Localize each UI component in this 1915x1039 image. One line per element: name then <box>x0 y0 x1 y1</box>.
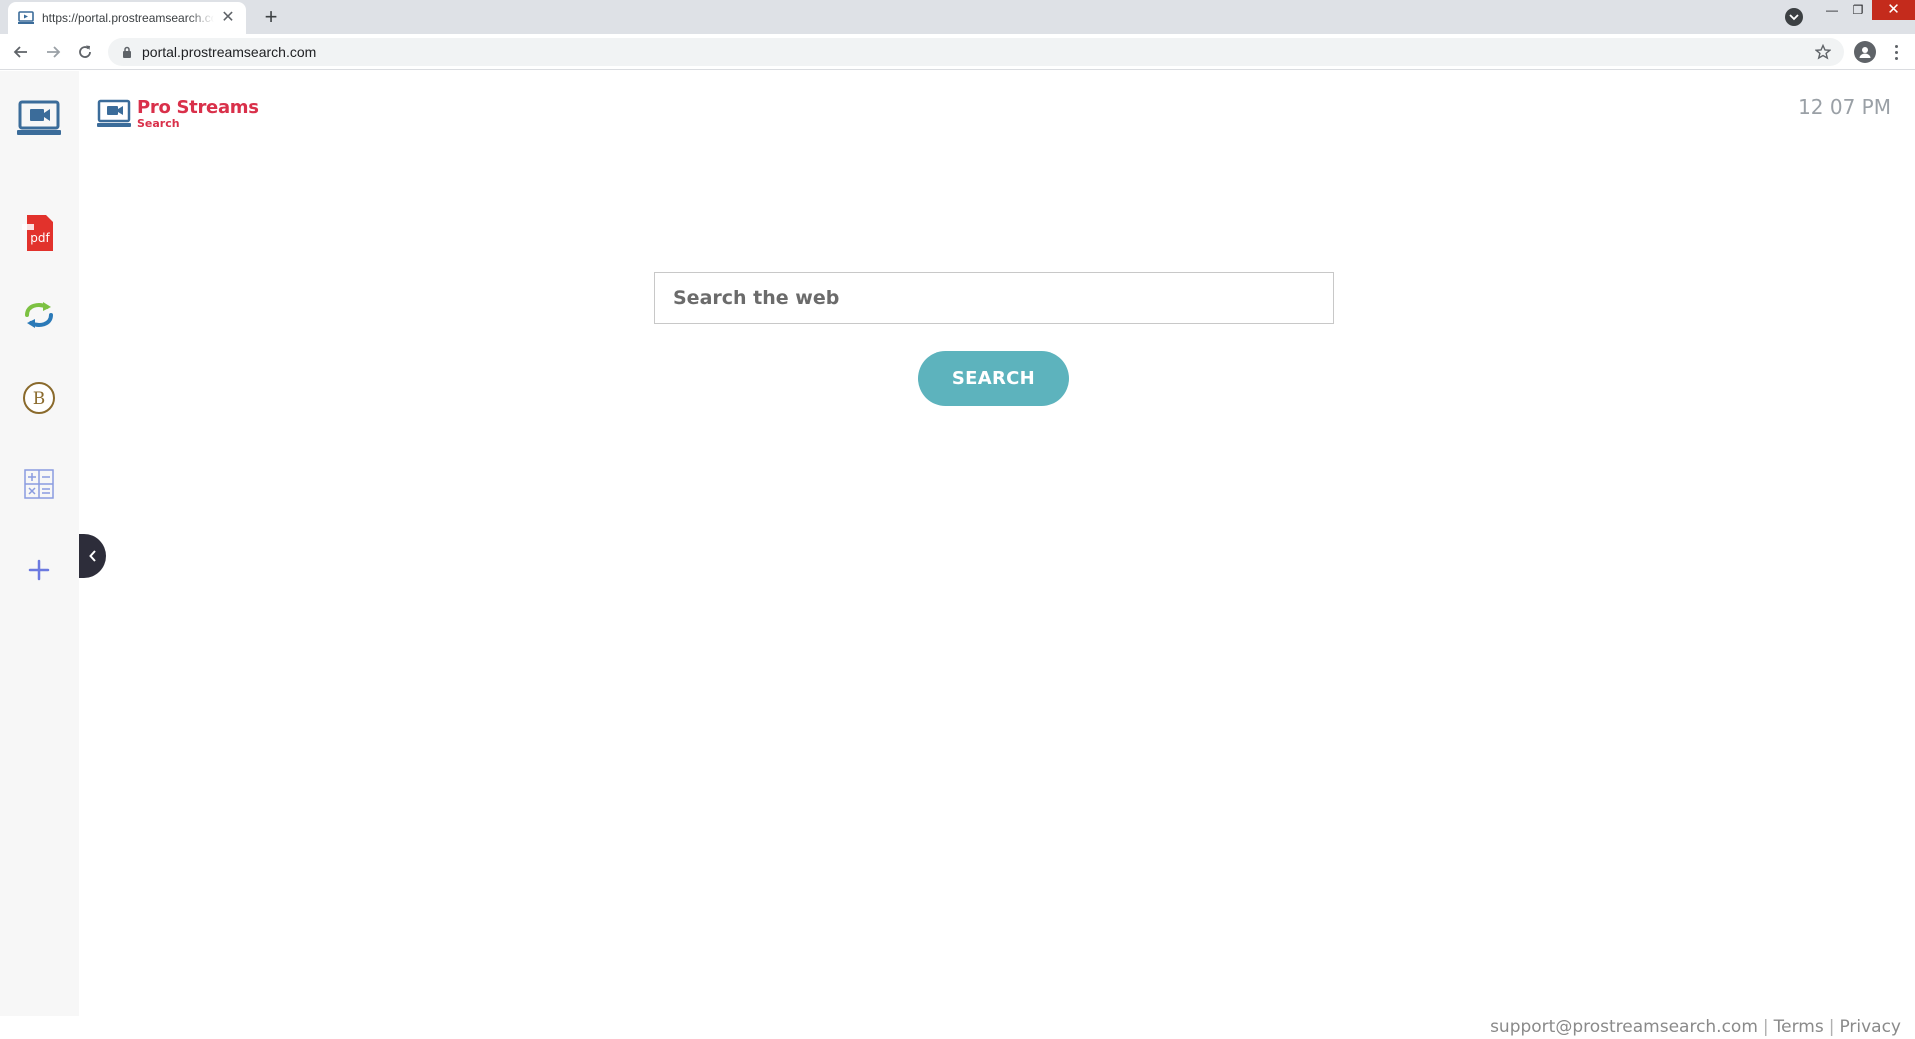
url-text: portal.prostreamsearch.com <box>142 44 317 60</box>
browser-tab[interactable]: https://portal.prostreamsearch.com ✕ <box>8 2 246 34</box>
footer-separator: | <box>1828 1017 1835 1037</box>
footer: support@prostreamsearch.com | Terms | Pr… <box>1490 1016 1901 1038</box>
sidebar-convert-arrows-icon[interactable] <box>15 291 63 339</box>
bitcoin-label: B <box>33 389 46 409</box>
forward-arrow-icon[interactable] <box>41 40 65 64</box>
pdf-label: pdf <box>30 231 50 245</box>
logo-tv-icon <box>97 99 131 129</box>
sidebar-tv-play-icon[interactable] <box>15 95 63 143</box>
reload-icon[interactable] <box>73 40 97 64</box>
brand-logo[interactable]: Pro Streams Search <box>97 97 259 131</box>
minimize-icon[interactable]: — <box>1818 0 1846 20</box>
close-window-icon[interactable]: ✕ <box>1872 0 1915 20</box>
support-email-link[interactable]: support@prostreamsearch.com <box>1490 1017 1758 1037</box>
profile-avatar-icon[interactable] <box>1854 41 1876 63</box>
browser-menu-icon[interactable] <box>1888 40 1904 64</box>
footer-separator: | <box>1762 1017 1769 1037</box>
browser-toolbar: portal.prostreamsearch.com <box>0 34 1915 70</box>
sidebar-calculator-icon[interactable] <box>15 460 63 508</box>
sidebar-bitcoin-icon[interactable]: B <box>15 374 63 422</box>
address-bar[interactable]: portal.prostreamsearch.com <box>108 38 1844 66</box>
back-arrow-icon[interactable] <box>9 40 33 64</box>
chevron-left-icon <box>88 550 97 562</box>
browser-tab-bar: https://portal.prostreamsearch.com ✕ + —… <box>0 0 1915 34</box>
tab-title: https://portal.prostreamsearch.com <box>42 11 214 25</box>
logo-title: Pro Streams <box>137 97 259 118</box>
sidebar-pdf-icon[interactable]: pdf <box>15 209 63 257</box>
logo-subtitle: Search <box>137 117 180 130</box>
bookmark-star-icon[interactable] <box>1814 43 1832 61</box>
privacy-link[interactable]: Privacy <box>1839 1017 1901 1037</box>
search-input[interactable] <box>654 272 1334 324</box>
search-button[interactable]: SEARCH <box>918 351 1069 406</box>
sidebar-plus-icon[interactable] <box>15 546 63 594</box>
sidebar: pdf B <box>0 71 79 1016</box>
tab-search-icon[interactable] <box>1785 8 1803 26</box>
tab-close-icon[interactable]: ✕ <box>220 10 236 26</box>
terms-link[interactable]: Terms <box>1774 1017 1824 1037</box>
restore-icon[interactable]: ❐ <box>1844 0 1872 20</box>
lock-icon <box>120 45 134 59</box>
tv-favicon-icon <box>18 10 34 26</box>
new-tab-icon[interactable]: + <box>258 5 284 31</box>
sidebar-collapse-button[interactable] <box>79 534 106 578</box>
page-content: pdf B Pro Streams Search 12 07 PM Search… <box>0 71 1915 1039</box>
clock-time: 12 07 PM <box>1798 95 1891 119</box>
